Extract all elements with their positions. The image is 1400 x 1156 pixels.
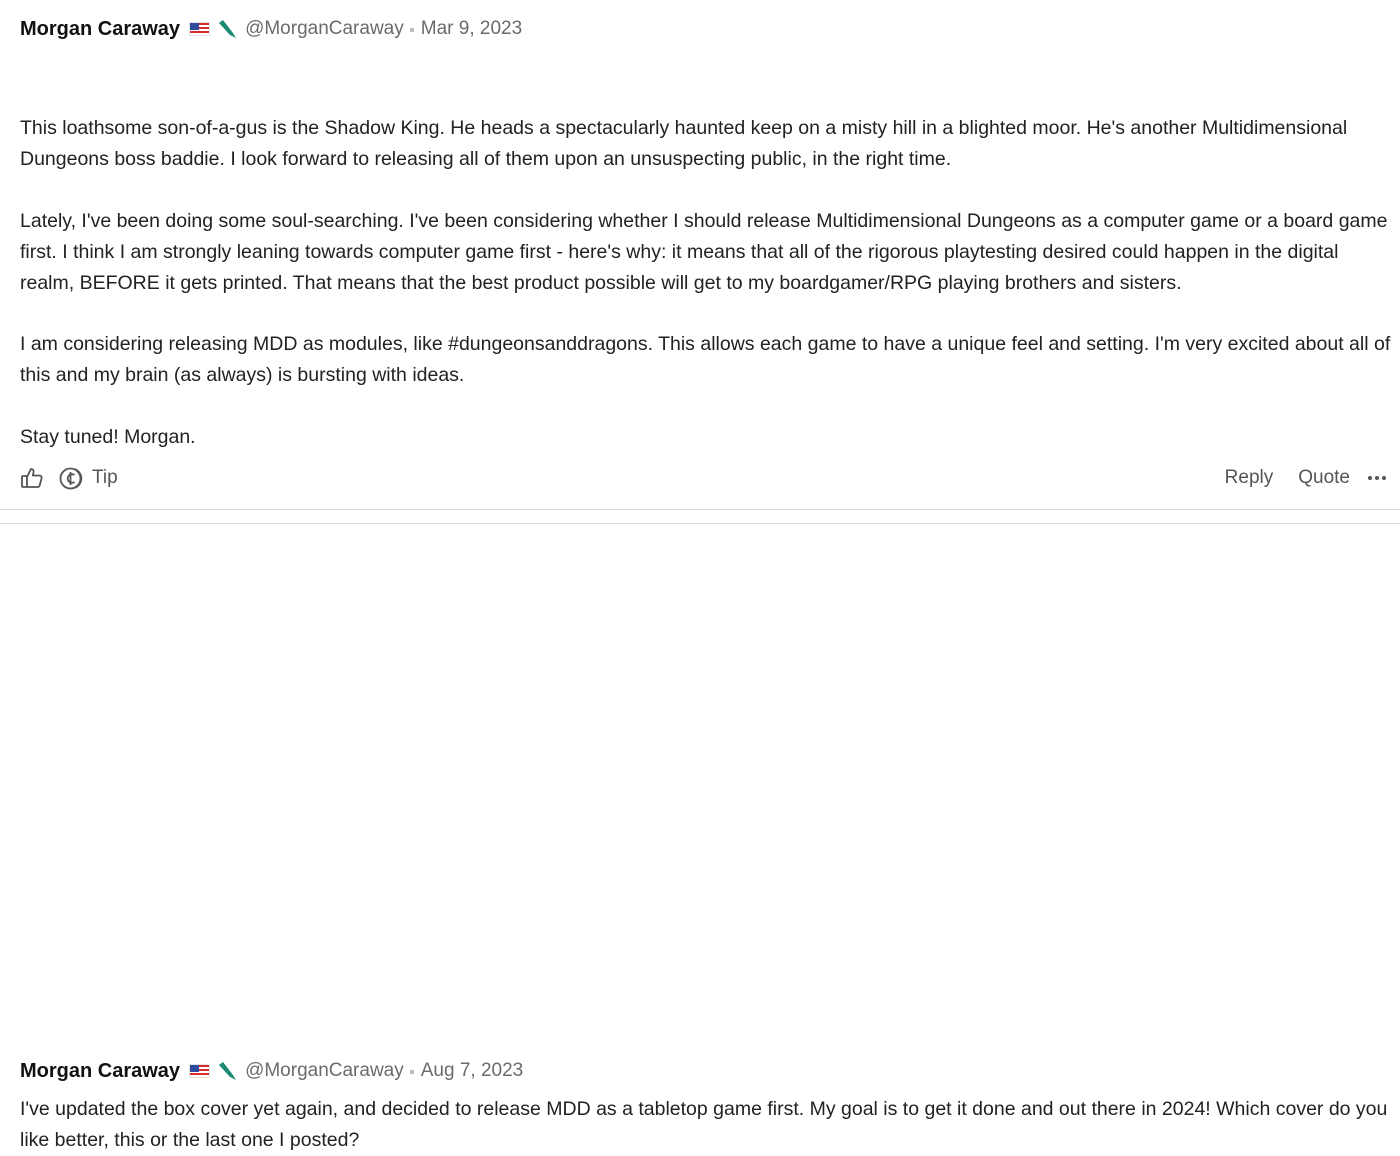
tip-button[interactable]: Tip bbox=[59, 465, 118, 492]
divider bbox=[0, 523, 1400, 524]
post-body: This loathsome son-of-a-gus is the Shado… bbox=[20, 113, 1392, 453]
more-dots-icon[interactable] bbox=[1368, 476, 1386, 480]
brush-badge-icon bbox=[219, 1062, 237, 1080]
post-actions: Tip Reply Quote bbox=[20, 462, 1386, 494]
us-flag-icon bbox=[189, 22, 211, 36]
brush-badge-icon bbox=[219, 20, 237, 38]
reply-button[interactable]: Reply bbox=[1225, 467, 1274, 489]
post-date[interactable]: Aug 7, 2023 bbox=[421, 1060, 523, 1082]
separator-dot bbox=[409, 1070, 414, 1074]
post-paragraph: Lately, I've been doing some soul-search… bbox=[20, 209, 1388, 294]
post-date[interactable]: Mar 9, 2023 bbox=[421, 18, 522, 40]
post-paragraph: I am considering releasing MDD as module… bbox=[20, 333, 1391, 386]
author-handle[interactable]: @MorganCaraway bbox=[245, 18, 404, 40]
post-paragraph: Stay tuned! Morgan. bbox=[20, 425, 196, 448]
quote-button[interactable]: Quote bbox=[1298, 467, 1350, 489]
author-handle[interactable]: @MorganCaraway bbox=[245, 1060, 404, 1082]
post-header: Morgan Caraway @MorganCaraway Aug 7, 202… bbox=[20, 1057, 523, 1085]
author-name[interactable]: Morgan Caraway bbox=[20, 1060, 180, 1083]
us-flag-icon bbox=[189, 1064, 211, 1078]
author-name[interactable]: Morgan Caraway bbox=[20, 18, 180, 41]
tip-coin-icon bbox=[59, 467, 83, 489]
post-paragraph: This loathsome son-of-a-gus is the Shado… bbox=[20, 117, 1348, 170]
post-1: Morgan Caraway @MorganCaraway Mar 9, 202… bbox=[0, 0, 1400, 510]
separator-dot bbox=[409, 28, 414, 32]
post-header: Morgan Caraway @MorganCaraway Mar 9, 202… bbox=[20, 15, 522, 43]
post-paragraph: I've updated the box cover yet again, an… bbox=[20, 1098, 1388, 1151]
tip-label: Tip bbox=[92, 467, 118, 488]
post-body: I've updated the box cover yet again, an… bbox=[20, 1094, 1392, 1156]
thumbs-up-icon[interactable] bbox=[20, 466, 44, 490]
divider bbox=[0, 509, 1400, 510]
